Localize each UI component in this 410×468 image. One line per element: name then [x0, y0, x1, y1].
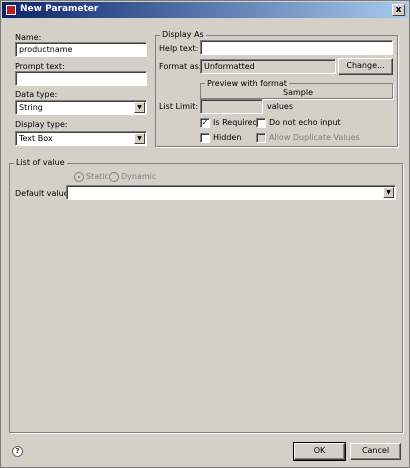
chevron-down-icon[interactable]: ▼ — [383, 187, 394, 198]
cancel-button[interactable]: Cancel — [350, 443, 401, 460]
close-button[interactable]: x — [392, 4, 405, 16]
prompt-text-label: Prompt text: — [15, 62, 65, 71]
hidden-checkbox[interactable] — [200, 133, 210, 143]
ok-button[interactable]: OK — [293, 442, 346, 461]
display-type-select[interactable]: Text Box ▼ — [15, 131, 147, 146]
format-as-field: Unformatted — [200, 59, 336, 74]
display-type-label: Display type: — [15, 120, 68, 129]
title-bar[interactable]: New Parameter x — [2, 2, 408, 18]
default-value-label: Default value: — [15, 189, 72, 198]
help-icon[interactable]: ? — [12, 446, 23, 457]
format-as-label: Format as: — [159, 62, 202, 71]
name-field[interactable]: productname — [15, 42, 147, 57]
help-text-label: Help text: — [159, 44, 199, 53]
default-value-select[interactable]: ▼ — [66, 185, 396, 200]
app-icon — [6, 5, 16, 15]
display-type-value: Text Box — [19, 134, 53, 143]
list-limit-field — [200, 99, 263, 114]
data-type-label: Data type: — [15, 90, 58, 99]
change-format-button[interactable]: Change... — [338, 58, 393, 75]
preview-sample: Sample — [283, 88, 313, 97]
values-label: values — [267, 102, 294, 111]
display-as-legend: Display As — [160, 30, 206, 39]
is-required-checkbox[interactable]: ✓ — [200, 118, 210, 128]
preview-legend: Preview with format — [205, 79, 289, 88]
hidden-label: Hidden — [213, 133, 242, 142]
preview-group: Preview with format Sample — [200, 79, 393, 99]
static-radio — [74, 172, 84, 182]
static-label: Static — [86, 172, 109, 181]
is-required-label: Is Required — [213, 118, 258, 127]
dynamic-radio — [109, 172, 119, 182]
dynamic-label: Dynamic — [121, 172, 157, 181]
help-text-field[interactable] — [200, 40, 393, 55]
no-echo-checkbox[interactable] — [256, 118, 266, 128]
allow-duplicate-checkbox — [256, 133, 266, 143]
data-type-value: String — [19, 103, 43, 112]
chevron-down-icon[interactable]: ▼ — [134, 102, 145, 113]
list-limit-label: List Limit: — [159, 102, 199, 111]
name-label: Name: — [15, 33, 42, 42]
allow-duplicate-label: Allow Duplicate Values — [269, 133, 360, 142]
data-type-select[interactable]: String ▼ — [15, 100, 147, 115]
prompt-text-field[interactable] — [15, 71, 147, 86]
list-of-value-legend: List of value — [14, 158, 67, 167]
list-of-value-group: List of value — [9, 158, 403, 433]
window-title: New Parameter — [20, 4, 99, 14]
dialog-window: New Parameter x Name: productname Prompt… — [0, 0, 410, 468]
chevron-down-icon[interactable]: ▼ — [134, 133, 145, 144]
no-echo-label: Do not echo input — [269, 118, 341, 127]
